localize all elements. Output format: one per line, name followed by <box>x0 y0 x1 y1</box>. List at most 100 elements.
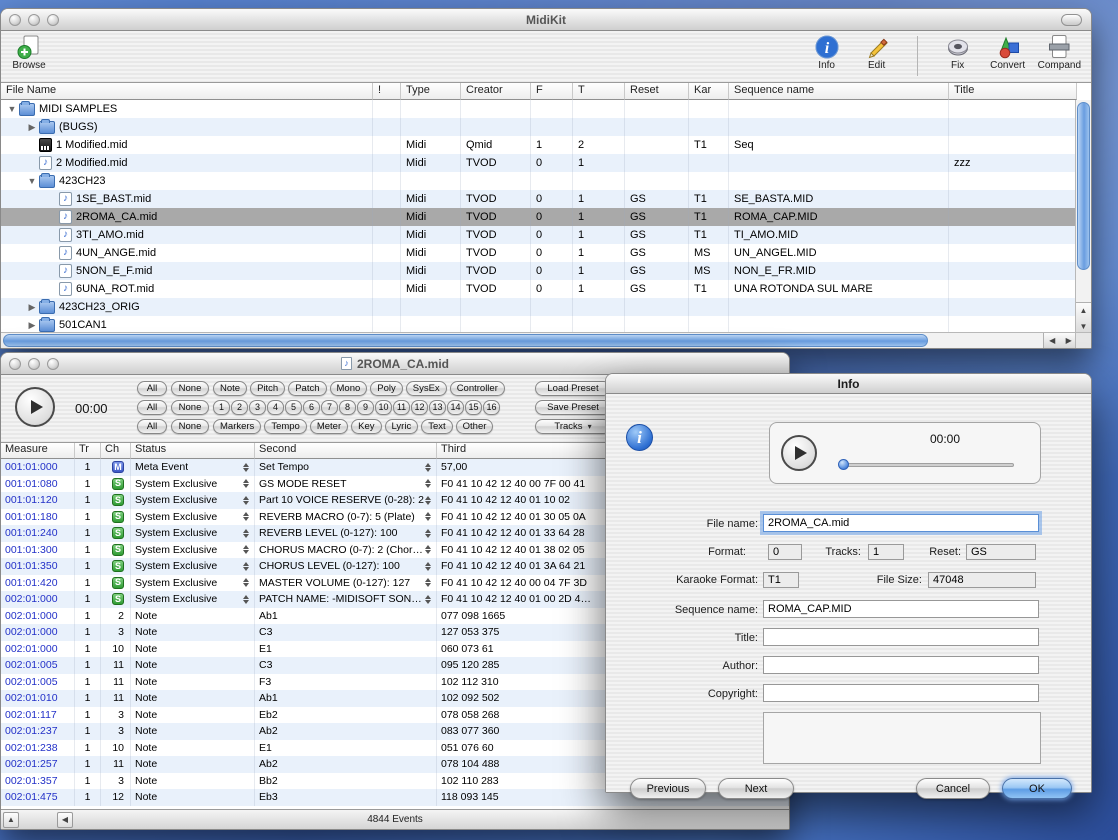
next-button[interactable]: Next <box>718 778 794 799</box>
channel-1-button[interactable]: 1 <box>213 400 230 415</box>
play-button[interactable] <box>15 387 55 427</box>
disclosure-triangle-collapsed[interactable]: ▶ <box>25 122 39 133</box>
stepper-icon[interactable] <box>242 528 250 539</box>
cancel-button[interactable]: Cancel <box>916 778 990 799</box>
channel-10-button[interactable]: 10 <box>375 400 392 415</box>
column-header-measure[interactable]: Measure <box>1 443 75 459</box>
file-row[interactable]: 6UNA_ROT.midMidiTVOD01GST1UNA ROTONDA SU… <box>1 280 1077 298</box>
filter-none-button[interactable]: None <box>171 400 209 415</box>
file-row[interactable]: 2 Modified.midMidiTVOD01zzz <box>1 154 1077 172</box>
column-header-second[interactable]: Second <box>255 443 437 459</box>
filter-all-button[interactable]: All <box>137 381 167 396</box>
minimize-button[interactable] <box>28 358 40 370</box>
channel-12-button[interactable]: 12 <box>411 400 428 415</box>
stepper-icon[interactable] <box>242 478 250 489</box>
fix-button[interactable]: Fix <box>938 34 978 76</box>
horizontal-scrollbar-thumb[interactable] <box>3 334 928 347</box>
edit-button[interactable]: Edit <box>857 34 897 76</box>
filter-other-button[interactable]: Other <box>456 419 494 434</box>
column-header-f[interactable]: F <box>531 83 573 100</box>
horizontal-scrollbar[interactable]: ◀ ▶ <box>1 332 1077 348</box>
stepper-icon[interactable] <box>424 561 432 572</box>
compand-button[interactable]: Compand <box>1038 34 1081 76</box>
filter-sysex-button[interactable]: SysEx <box>406 381 447 396</box>
disclosure-triangle-collapsed[interactable]: ▶ <box>25 320 39 331</box>
channel-5-button[interactable]: 5 <box>285 400 302 415</box>
sequence-name-field[interactable] <box>763 600 1039 618</box>
channel-16-button[interactable]: 16 <box>483 400 500 415</box>
filter-patch-button[interactable]: Patch <box>288 381 326 396</box>
filter-mono-button[interactable]: Mono <box>330 381 368 396</box>
stepper-icon[interactable] <box>424 495 432 506</box>
filter-poly-button[interactable]: Poly <box>370 381 402 396</box>
channel-15-button[interactable]: 15 <box>465 400 482 415</box>
file-row[interactable]: 5NON_E_F.midMidiTVOD01GSMSNON_E_FR.MID <box>1 262 1077 280</box>
file-row[interactable]: 3TI_AMO.midMidiTVOD01GST1TI_AMO.MID <box>1 226 1077 244</box>
disclosure-triangle-expanded[interactable]: ▼ <box>25 176 39 186</box>
stepper-icon[interactable] <box>242 594 250 605</box>
stepper-icon[interactable] <box>242 577 250 588</box>
toolbar-toggle-button[interactable] <box>1061 14 1082 26</box>
load-preset-button[interactable]: Load Preset <box>535 381 611 396</box>
play-button[interactable] <box>781 435 817 471</box>
midikit-titlebar[interactable]: MidiKit <box>1 9 1091 31</box>
stepper-icon[interactable] <box>242 462 250 473</box>
channel-7-button[interactable]: 7 <box>321 400 338 415</box>
folder-row[interactable]: ▼423CH23 <box>1 172 1077 190</box>
filter-all-button[interactable]: All <box>137 419 167 434</box>
filter-key-button[interactable]: Key <box>351 419 381 434</box>
filter-markers-button[interactable]: Markers <box>213 419 261 434</box>
file-row[interactable]: 2ROMA_CA.midMidiTVOD01GST1ROMA_CAP.MID <box>1 208 1077 226</box>
folder-row[interactable]: ▶(BUGS) <box>1 118 1077 136</box>
previous-button[interactable]: Previous <box>630 778 706 799</box>
close-button[interactable] <box>9 14 21 26</box>
convert-button[interactable]: Convert <box>988 34 1028 76</box>
stepper-icon[interactable] <box>424 577 432 588</box>
column-header-title[interactable]: Title <box>949 83 1077 100</box>
vertical-scrollbar-thumb[interactable] <box>1077 102 1090 270</box>
copyright-field[interactable] <box>763 684 1039 702</box>
filter-none-button[interactable]: None <box>171 381 209 396</box>
stepper-icon[interactable] <box>424 478 432 489</box>
column-header-file-name[interactable]: File Name <box>1 83 373 100</box>
column-header-t[interactable]: T <box>573 83 625 100</box>
column-header-type[interactable]: Type <box>401 83 461 100</box>
channel-14-button[interactable]: 14 <box>447 400 464 415</box>
stepper-icon[interactable] <box>424 511 432 522</box>
column-header-kar[interactable]: Kar <box>689 83 729 100</box>
column-header-col[interactable]: ! <box>373 83 401 100</box>
stepper-icon[interactable] <box>424 544 432 555</box>
channel-3-button[interactable]: 3 <box>249 400 266 415</box>
disclosure-triangle-expanded[interactable]: ▼ <box>5 104 19 114</box>
channel-9-button[interactable]: 9 <box>357 400 374 415</box>
playback-slider-track[interactable] <box>842 463 1014 467</box>
title-field[interactable] <box>763 628 1039 646</box>
filter-none-button[interactable]: None <box>171 419 209 434</box>
author-field[interactable] <box>763 656 1039 674</box>
column-header-sequence-name[interactable]: Sequence name <box>729 83 949 100</box>
stepper-icon[interactable] <box>424 594 432 605</box>
channel-11-button[interactable]: 11 <box>393 400 410 415</box>
zoom-button[interactable] <box>47 14 59 26</box>
vertical-scrollbar[interactable]: ▲ ▼ <box>1075 100 1091 334</box>
playback-slider-thumb[interactable] <box>838 459 849 470</box>
filter-tempo-button[interactable]: Tempo <box>264 419 307 434</box>
channel-8-button[interactable]: 8 <box>339 400 356 415</box>
file-row[interactable]: 1 Modified.midMidiQmid12T1Seq <box>1 136 1077 154</box>
column-header-creator[interactable]: Creator <box>461 83 531 100</box>
save-preset-button[interactable]: Save Preset <box>535 400 611 415</box>
ok-button[interactable]: OK <box>1002 778 1072 799</box>
filter-pitch-button[interactable]: Pitch <box>250 381 285 396</box>
filter-text-button[interactable]: Text <box>421 419 452 434</box>
scroll-up-arrow[interactable]: ▲ <box>3 812 19 828</box>
channel-4-button[interactable]: 4 <box>267 400 284 415</box>
tracks-button[interactable]: Tracks▾ <box>535 419 611 434</box>
channel-13-button[interactable]: 13 <box>429 400 446 415</box>
disclosure-triangle-collapsed[interactable]: ▶ <box>25 302 39 313</box>
column-header-status[interactable]: Status <box>131 443 255 459</box>
stepper-icon[interactable] <box>242 544 250 555</box>
channel-6-button[interactable]: 6 <box>303 400 320 415</box>
column-header-ch[interactable]: Ch <box>101 443 131 459</box>
filter-lyric-button[interactable]: Lyric <box>385 419 419 434</box>
stepper-icon[interactable] <box>424 528 432 539</box>
